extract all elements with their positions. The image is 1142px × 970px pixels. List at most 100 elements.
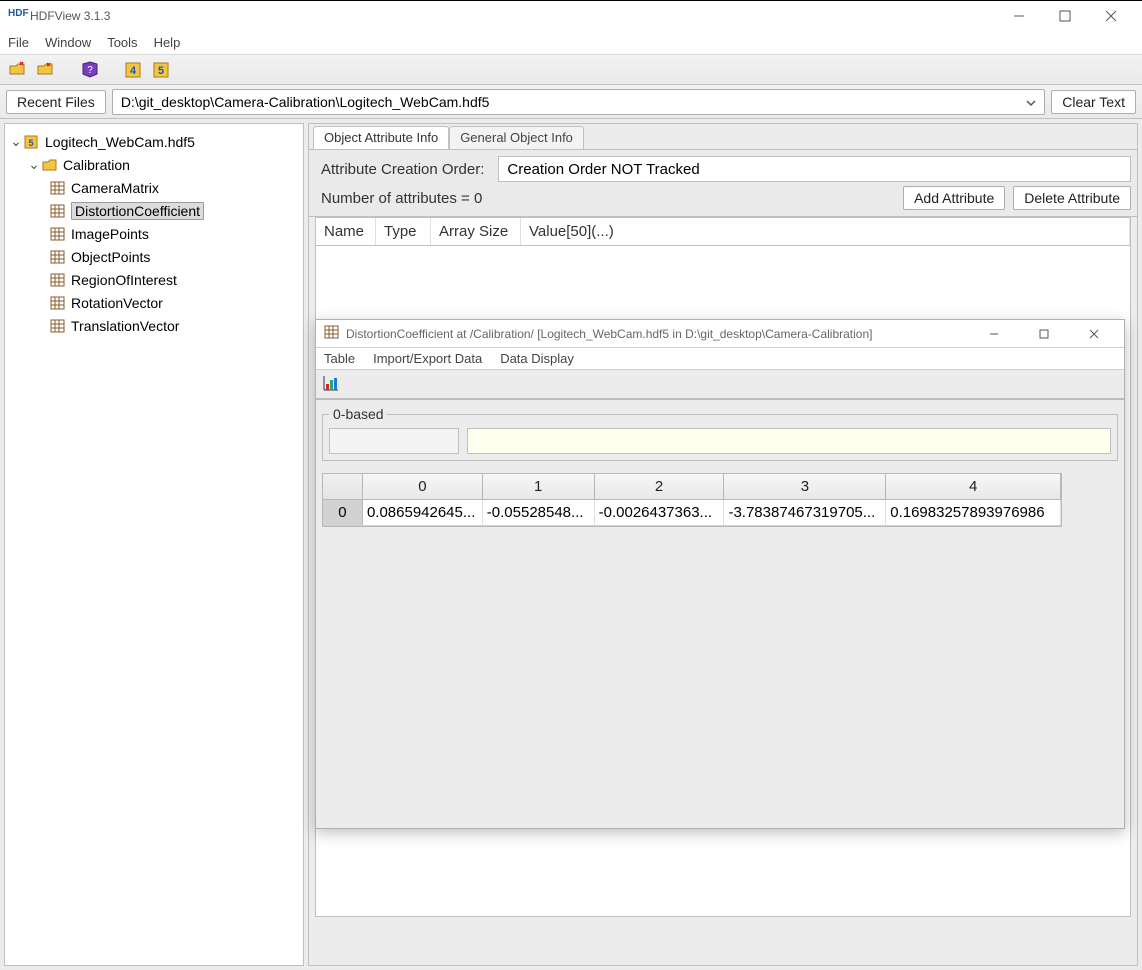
menu-file[interactable]: File: [8, 35, 29, 50]
attr-col-name[interactable]: Name: [316, 218, 376, 245]
dataset-icon: [324, 324, 340, 343]
attr-col-type[interactable]: Type: [376, 218, 431, 245]
delete-attribute-button[interactable]: Delete Attribute: [1013, 186, 1131, 210]
close-file-icon[interactable]: [36, 60, 56, 80]
file-path-combo[interactable]: D:\git_desktop\Camera-Calibration\Logite…: [112, 89, 1045, 115]
info-tabs: Object Attribute Info General Object Inf…: [309, 124, 1137, 150]
col-header-3[interactable]: 3: [724, 474, 886, 499]
tree-dataset-label: ObjectPoints: [71, 249, 150, 265]
chart-icon[interactable]: [322, 374, 340, 395]
window-title: HDFView 3.1.3: [30, 9, 110, 23]
data-cell[interactable]: 0.16983257893976986: [886, 500, 1061, 525]
child-close-button[interactable]: [1072, 326, 1116, 342]
child-minimize-button[interactable]: [972, 326, 1016, 342]
collapse-icon[interactable]: ⌄: [27, 156, 41, 173]
toolbar: ? 4 5: [0, 55, 1142, 85]
tree-pane: ⌄ 5 Logitech_WebCam.hdf5 ⌄ Calibration C…: [4, 123, 304, 966]
tab-object-attribute-info[interactable]: Object Attribute Info: [313, 126, 449, 149]
chevron-down-icon[interactable]: [1022, 94, 1040, 112]
dataset-menubar: Table Import/Export Data Data Display: [316, 348, 1124, 370]
data-cell[interactable]: -0.0026437363...: [595, 500, 725, 525]
tree-dataset-rotationvector[interactable]: RotationVector: [9, 291, 299, 314]
index-select-left[interactable]: [329, 428, 459, 454]
svg-text:5: 5: [28, 138, 33, 148]
attr-col-arraysize[interactable]: Array Size: [431, 218, 521, 245]
num-attributes-label: Number of attributes = 0: [315, 188, 488, 209]
clear-text-button[interactable]: Clear Text: [1051, 90, 1136, 114]
tree-dataset-label: TranslationVector: [71, 318, 179, 334]
dataset-body: 0-based 0 1 2 3 4: [316, 400, 1124, 828]
hdf5-icon[interactable]: 5: [152, 60, 172, 80]
table-row: 0 0.0865942645... -0.05528548... -0.0026…: [323, 500, 1061, 526]
tree-dataset-cameramatrix[interactable]: CameraMatrix: [9, 176, 299, 199]
tree-dataset-imagepoints[interactable]: ImagePoints: [9, 222, 299, 245]
hdf5-file-icon: 5: [23, 134, 41, 150]
menubar: File Window Tools Help: [0, 31, 1142, 55]
collapse-icon[interactable]: ⌄: [9, 133, 23, 150]
tree-root[interactable]: ⌄ 5 Logitech_WebCam.hdf5: [9, 130, 299, 153]
data-cell[interactable]: 0.0865942645...: [363, 500, 483, 525]
minimize-button[interactable]: [996, 1, 1042, 31]
app-icon: HDF: [8, 8, 24, 24]
open-file-icon[interactable]: [8, 60, 28, 80]
dataset-window-title: DistortionCoefficient at /Calibration/ […: [346, 327, 873, 341]
dataset-icon: [49, 203, 67, 219]
svg-text:5: 5: [158, 65, 164, 77]
tree-dataset-regionofinterest[interactable]: RegionOfInterest: [9, 268, 299, 291]
attribute-panel: Attribute Creation Order: Creation Order…: [309, 150, 1137, 217]
tree-dataset-label: CameraMatrix: [71, 180, 159, 196]
zero-based-label: 0-based: [329, 406, 386, 422]
menu-tools[interactable]: Tools: [107, 35, 137, 50]
tree-dataset-translationvector[interactable]: TranslationVector: [9, 314, 299, 337]
tree-dataset-label: DistortionCoefficient: [71, 202, 204, 220]
data-cell[interactable]: -0.05528548...: [483, 500, 595, 525]
child-menu-data-display[interactable]: Data Display: [500, 351, 574, 366]
tree-group[interactable]: ⌄ Calibration: [9, 153, 299, 176]
tree-dataset-objectpoints[interactable]: ObjectPoints: [9, 245, 299, 268]
table-corner: [323, 474, 363, 499]
col-header-1[interactable]: 1: [483, 474, 595, 499]
right-pane: Object Attribute Info General Object Inf…: [308, 123, 1138, 966]
col-header-4[interactable]: 4: [886, 474, 1061, 499]
dataset-window[interactable]: DistortionCoefficient at /Calibration/ […: [315, 319, 1125, 829]
maximize-button[interactable]: [1042, 1, 1088, 31]
tree-dataset-label: ImagePoints: [71, 226, 149, 242]
recent-files-row: Recent Files D:\git_desktop\Camera-Calib…: [0, 85, 1142, 119]
help-icon[interactable]: ?: [80, 60, 100, 80]
tree-dataset-distortioncoefficient[interactable]: DistortionCoefficient: [9, 199, 299, 222]
dataset-icon: [49, 180, 67, 196]
menu-help[interactable]: Help: [154, 35, 181, 50]
tab-general-object-info[interactable]: General Object Info: [449, 126, 584, 149]
dataset-window-titlebar[interactable]: DistortionCoefficient at /Calibration/ […: [316, 320, 1124, 348]
data-table: 0 1 2 3 4 0 0.0865942645... -0.05528548.…: [322, 473, 1062, 527]
tree-group-label: Calibration: [63, 157, 130, 173]
dataset-icon: [49, 318, 67, 334]
add-attribute-button[interactable]: Add Attribute: [903, 186, 1005, 210]
file-path-text: D:\git_desktop\Camera-Calibration\Logite…: [121, 94, 490, 110]
svg-text:4: 4: [130, 65, 137, 77]
dataset-icon: [49, 249, 67, 265]
col-header-2[interactable]: 2: [595, 474, 725, 499]
hdf4-icon[interactable]: 4: [124, 60, 144, 80]
child-menu-import-export[interactable]: Import/Export Data: [373, 351, 482, 366]
tree-root-label: Logitech_WebCam.hdf5: [45, 134, 195, 150]
col-header-0[interactable]: 0: [363, 474, 483, 499]
data-cell[interactable]: -3.78387467319705...: [724, 500, 886, 525]
attr-order-value: Creation Order NOT Tracked: [498, 156, 1131, 182]
tree-dataset-label: RegionOfInterest: [71, 272, 177, 288]
child-maximize-button[interactable]: [1022, 326, 1066, 342]
dataset-toolbar: [316, 370, 1124, 400]
dataset-icon: [49, 226, 67, 242]
cell-value-display[interactable]: [467, 428, 1111, 454]
tree-dataset-label: RotationVector: [71, 295, 163, 311]
dataset-icon: [49, 272, 67, 288]
row-header-0[interactable]: 0: [323, 500, 363, 525]
menu-window[interactable]: Window: [45, 35, 91, 50]
close-button[interactable]: [1088, 1, 1134, 31]
child-menu-table[interactable]: Table: [324, 351, 355, 366]
recent-files-button[interactable]: Recent Files: [6, 90, 106, 114]
titlebar: HDF HDFView 3.1.3: [0, 1, 1142, 31]
attr-col-value[interactable]: Value[50](...): [521, 218, 1130, 245]
folder-icon: [41, 157, 59, 173]
dataset-icon: [49, 295, 67, 311]
